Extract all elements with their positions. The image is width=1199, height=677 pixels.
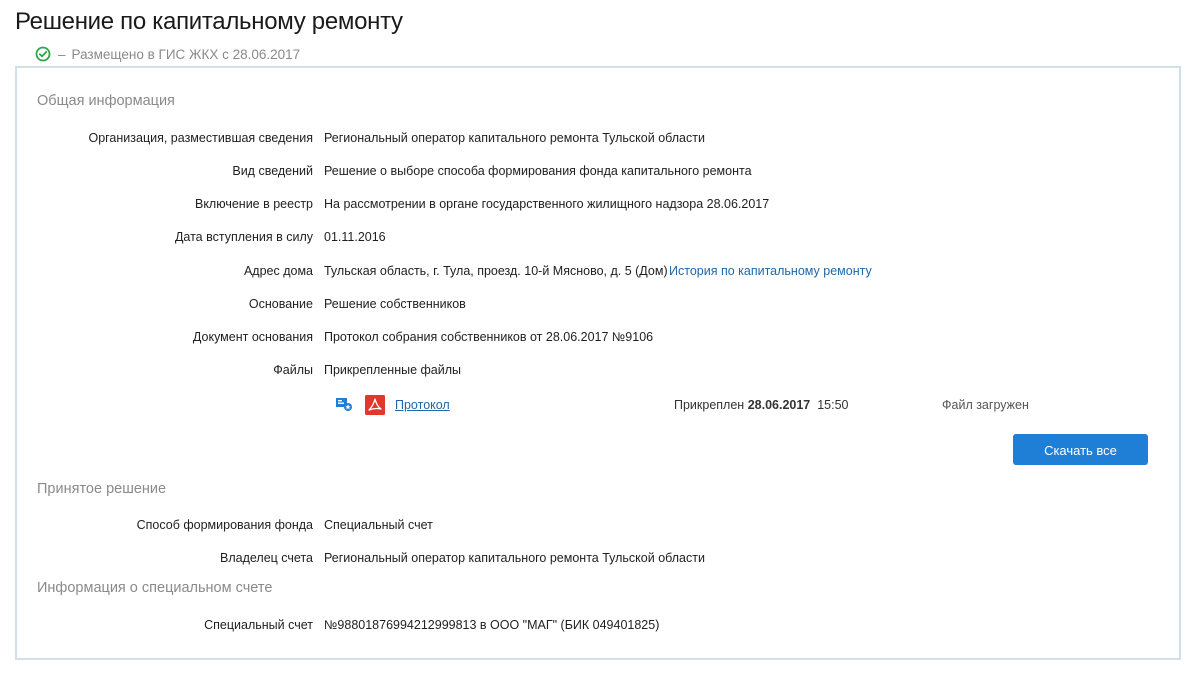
download-all-button[interactable]: Скачать все (1013, 434, 1148, 465)
file-status: Файл загружен (942, 398, 1029, 412)
status-line: – Размещено в ГИС ЖКХ с 28.06.2017 (35, 44, 300, 64)
row-label: Документ основания (192, 330, 313, 344)
decision-card: Общая информация Организация, разместивш… (15, 66, 1181, 660)
section-title-general: Общая информация (37, 93, 175, 109)
row-label: Адрес дома (243, 264, 313, 278)
file-link-protocol[interactable]: Протокол (395, 394, 450, 416)
row-label: Организация, разместившая сведения (88, 131, 313, 145)
digital-signature-icon[interactable] (335, 396, 353, 414)
file-attached-prefix: Прикреплен (674, 398, 745, 412)
file-attached-info: Прикреплен 28.06.2017 15:50 (674, 394, 849, 416)
special-account-link[interactable]: №98801876994212999813 в ООО "МАГ" (БИК 0… (324, 616, 659, 634)
row-label: Дата вступления в силу (174, 230, 313, 244)
row-value: Прикрепленные файлы (324, 363, 462, 377)
organization-link[interactable]: Региональный оператор капитального ремон… (324, 129, 705, 147)
row-label: Способ формирования фонда (136, 518, 313, 532)
row-label: Файлы (273, 363, 313, 377)
status-dash: – (58, 46, 66, 62)
row-value: На рассмотрении в органе государственног… (324, 197, 770, 211)
row-label: Владелец счета (220, 551, 313, 565)
section-title-decision: Принятое решение (37, 481, 167, 497)
repair-history-link[interactable]: История по капитальному ремонту (669, 262, 872, 280)
file-attached-date: 28.06.2017 (747, 398, 811, 412)
file-attached-time: 15:50 (817, 398, 849, 412)
pdf-icon (365, 395, 385, 415)
status-text: Размещено в ГИС ЖКХ с 28.06.2017 (71, 46, 301, 62)
row-value: Решение собственников (324, 297, 466, 311)
row-value: 01.11.2016 (324, 230, 386, 244)
row-value: Решение о выборе способа формирования фо… (324, 164, 752, 178)
account-owner-link[interactable]: Региональный оператор капитального ремон… (324, 549, 705, 567)
row-value: Специальный счет (324, 518, 433, 532)
page-title: Решение по капитальному ремонту (15, 8, 403, 35)
row-label: Вид сведений (232, 164, 313, 178)
row-value: Тульская область, г. Тула, проезд. 10-й … (324, 264, 668, 278)
row-value: Протокол собрания собственников от 28.06… (324, 330, 654, 344)
row-label: Основание (248, 297, 313, 311)
check-circle-icon (35, 46, 51, 62)
row-label: Специальный счет (204, 618, 313, 632)
file-item: Протокол Прикреплен 28.06.2017 15:50 Фай… (335, 394, 1055, 416)
section-title-special-account: Информация о специальном счете (37, 580, 273, 596)
row-label: Включение в реестр (194, 197, 313, 211)
